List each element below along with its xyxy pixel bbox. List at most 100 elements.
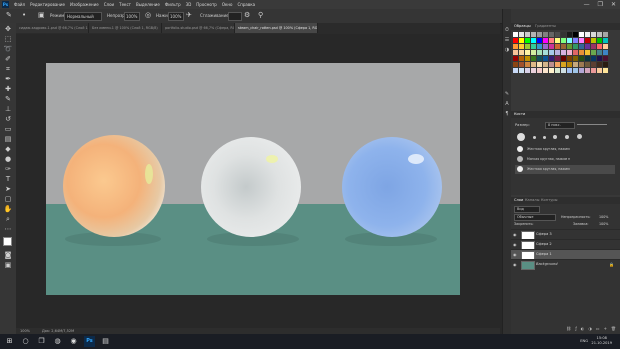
blur-tool-icon[interactable]: ◆ (3, 145, 13, 154)
swatch[interactable] (585, 62, 590, 67)
clock[interactable]: 15:08 21.10.2019 (591, 336, 612, 346)
swatch[interactable] (531, 50, 536, 55)
menu-edit[interactable]: Редактирование (30, 2, 65, 7)
swatch[interactable] (579, 38, 584, 43)
swatch[interactable] (519, 38, 524, 43)
brush-settings-icon[interactable]: ▣ (38, 12, 45, 19)
tab-layers[interactable]: Слои (514, 198, 523, 202)
quick-mask-icon[interactable]: ◙ (3, 251, 13, 260)
adjustment-layer-icon[interactable]: ◑ (588, 326, 592, 334)
fx-icon[interactable]: ƒ (575, 326, 576, 334)
quick-select-tool-icon[interactable]: ✐ (3, 55, 13, 64)
brush-preset-1[interactable]: Жесткая круглая, нажим (515, 145, 615, 154)
photoshop-taskbar-icon[interactable]: Ps (84, 336, 95, 347)
swatch[interactable] (519, 56, 524, 61)
foreground-color-swatch[interactable] (3, 237, 12, 246)
menu-file[interactable]: Файл (14, 2, 25, 7)
swatch[interactable] (567, 56, 572, 61)
swatch[interactable] (525, 32, 530, 37)
task-view-icon[interactable]: ❐ (36, 336, 47, 347)
swatch[interactable] (513, 62, 518, 67)
swatch[interactable] (567, 68, 572, 73)
swatch[interactable] (561, 62, 566, 67)
swatch[interactable] (573, 38, 578, 43)
brush-preset-icon[interactable]: • (22, 12, 26, 19)
swatch[interactable] (567, 38, 572, 43)
mode-select[interactable]: Нормальный (64, 12, 102, 21)
swatch[interactable] (561, 50, 566, 55)
swatch[interactable] (543, 50, 548, 55)
swatch[interactable] (519, 68, 524, 73)
swatch[interactable] (603, 62, 608, 67)
swatch[interactable] (537, 68, 542, 73)
swatch[interactable] (519, 50, 524, 55)
search-icon[interactable]: ○ (20, 336, 31, 347)
swatch[interactable] (561, 68, 566, 73)
restore-button[interactable]: ❐ (598, 1, 603, 8)
swatch[interactable] (549, 50, 554, 55)
swatch[interactable] (591, 44, 596, 49)
swatch[interactable] (579, 56, 584, 61)
swatch[interactable] (543, 38, 548, 43)
swatch[interactable] (591, 38, 596, 43)
swatch[interactable] (603, 38, 608, 43)
swatch[interactable] (531, 62, 536, 67)
swatch[interactable] (549, 68, 554, 73)
swatch[interactable] (603, 32, 608, 37)
doc-tab-2[interactable]: Без имени-1 @ 100% (Слой 1, RGB/8) (89, 23, 162, 33)
swatch[interactable] (555, 62, 560, 67)
swatch[interactable] (573, 50, 578, 55)
opacity-input[interactable]: 100% (124, 12, 140, 21)
close-button[interactable]: ✕ (611, 1, 616, 8)
swatch[interactable] (597, 44, 602, 49)
swatch[interactable] (567, 32, 572, 37)
brush-size-slider[interactable] (577, 124, 607, 125)
menu-image[interactable]: Изображение (70, 2, 99, 7)
swatch[interactable] (531, 56, 536, 61)
swatch[interactable] (579, 62, 584, 67)
pressure-opacity-icon[interactable]: ◎ (145, 12, 151, 19)
doc-tab-active[interactable]: steam_chair_rotten.psd @ 100% (Сфера 1, … (235, 23, 318, 33)
gradient-tool-icon[interactable]: ▤ (3, 135, 13, 144)
swatch[interactable] (561, 32, 566, 37)
layer-row-sphere-3[interactable]: ◉ Сфера 3 (511, 229, 620, 240)
type-tool-icon[interactable]: T (3, 175, 13, 184)
swatch[interactable] (525, 44, 530, 49)
swatch[interactable] (549, 32, 554, 37)
path-select-icon[interactable]: ➤ (3, 185, 13, 194)
eye-icon[interactable]: ◉ (513, 242, 517, 247)
swatch[interactable] (555, 32, 560, 37)
properties-icon[interactable]: ☰ (504, 37, 510, 43)
airbrush-icon[interactable]: ✈ (186, 12, 192, 19)
smoothing-input[interactable] (228, 12, 242, 21)
blend-mode-select[interactable]: Обычные (514, 214, 556, 221)
swatch[interactable] (585, 68, 590, 73)
swatch[interactable] (585, 32, 590, 37)
doc-tab-3[interactable]: portfolio-studio.psd @ 66,7% (Сфера, RGB… (162, 23, 235, 33)
menu-window[interactable]: Окно (222, 2, 233, 7)
zoom-value[interactable]: 100% (20, 329, 30, 333)
dodge-tool-icon[interactable]: ● (3, 155, 13, 164)
swatch[interactable] (585, 56, 590, 61)
windows-start-icon[interactable]: ⊞ (4, 336, 15, 347)
tab-paths[interactable]: Контуры (541, 198, 557, 202)
swatch[interactable] (555, 56, 560, 61)
swatch[interactable] (579, 44, 584, 49)
swatch[interactable] (543, 56, 548, 61)
layer-row-background[interactable]: ◉ Background 🔒 (511, 259, 620, 270)
menu-layers[interactable]: Слои (104, 2, 114, 7)
swatch[interactable] (513, 56, 518, 61)
swatch[interactable] (591, 62, 596, 67)
swatch[interactable] (537, 44, 542, 49)
swatch[interactable] (555, 38, 560, 43)
layer-opacity-value[interactable]: 100% (599, 215, 608, 219)
shape-tool-icon[interactable]: ▢ (3, 195, 13, 204)
history-icon[interactable]: ⏱ (504, 27, 510, 33)
swatch[interactable] (543, 32, 548, 37)
zoom-tool-icon[interactable]: ⌕ (3, 215, 13, 224)
tab-channels[interactable]: Каналы (525, 198, 539, 202)
browser-icon[interactable]: ◍ (52, 336, 63, 347)
swatch[interactable] (513, 38, 518, 43)
marquee-tool-icon[interactable]: ⬚ (3, 35, 13, 44)
eye-icon[interactable]: ◉ (513, 232, 517, 237)
